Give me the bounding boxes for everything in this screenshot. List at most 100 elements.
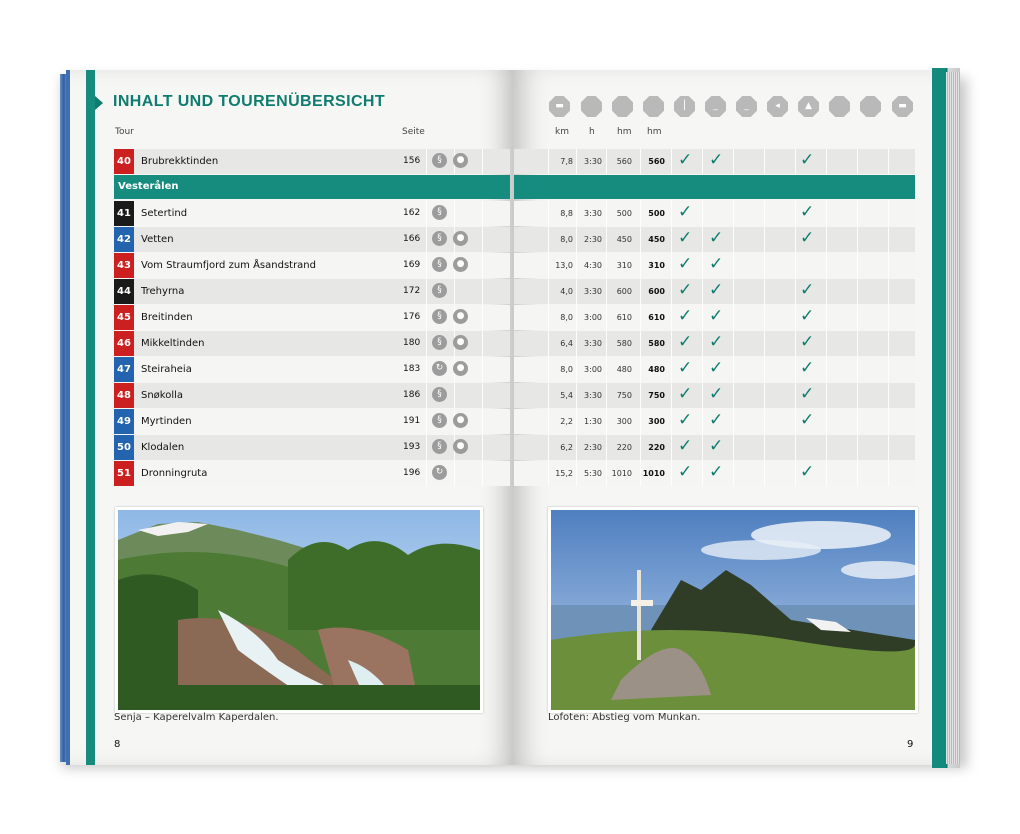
column-divider: [640, 201, 641, 226]
column-divider: [857, 279, 858, 304]
table-row: 50 Klodalen 193 § ●: [114, 435, 510, 460]
section-header: Vesterålen: [114, 175, 510, 199]
bear-icon: ●: [453, 309, 468, 324]
check-icon: ✓: [800, 150, 815, 170]
column-divider: [795, 357, 796, 382]
column-divider: [671, 279, 672, 304]
bear-icon: ●: [453, 335, 468, 350]
exposed-icon: ◂: [767, 96, 788, 117]
descent-value: 610: [648, 313, 665, 322]
column-divider: [671, 357, 672, 382]
bear-icon: ●: [453, 153, 468, 168]
descent-value: 500: [648, 209, 665, 218]
column-divider: [482, 279, 483, 304]
check-icon: ✓: [678, 280, 693, 300]
column-divider: [795, 201, 796, 226]
column-divider: [888, 305, 889, 330]
column-divider: [576, 461, 577, 486]
column-divider: [671, 435, 672, 460]
column-divider: [795, 331, 796, 356]
column-divider: [764, 253, 765, 278]
column-divider: [795, 409, 796, 434]
column-divider: [640, 409, 641, 434]
column-divider: [482, 253, 483, 278]
column-divider: [764, 331, 765, 356]
tour-number: 47: [114, 357, 134, 382]
column-divider: [548, 201, 549, 226]
column-divider: [733, 331, 734, 356]
column-divider: [826, 279, 827, 304]
col-header-tour: Tour: [115, 127, 134, 137]
column-divider: [702, 435, 703, 460]
column-divider: [826, 253, 827, 278]
column-divider: [426, 383, 427, 408]
table-row-right: 8,0 3:00 610 610 ✓ ✓ ✓: [514, 305, 915, 330]
check-icon: ✓: [709, 254, 724, 274]
ascent-icon: [612, 96, 633, 117]
column-divider: [640, 435, 641, 460]
column-divider: [606, 409, 607, 434]
column-divider: [733, 461, 734, 486]
table-row: 41 Setertind 162 §: [114, 201, 510, 226]
parking-icon: ▬: [892, 96, 913, 117]
descent-value: 1010: [642, 469, 665, 478]
column-divider: [606, 305, 607, 330]
column-divider: [702, 383, 703, 408]
column-divider: [764, 383, 765, 408]
column-divider: [606, 331, 607, 356]
table-row-right: 8,8 3:30 500 500 ✓ ✓: [514, 201, 915, 226]
column-divider: [888, 149, 889, 174]
tour-name: Klodalen: [141, 442, 185, 453]
book-edge-right: [932, 68, 960, 768]
tour-page: 183: [403, 364, 421, 374]
column-divider: [426, 305, 427, 330]
column-divider: [576, 383, 577, 408]
column-divider: [857, 435, 858, 460]
column-divider: [606, 201, 607, 226]
page-title: INHALT UND TOURENÜBERSICHT: [113, 93, 386, 110]
table-row: 46 Mikkeltinden 180 § ●: [114, 331, 510, 356]
column-divider: [548, 357, 549, 382]
check-icon: ✓: [678, 462, 693, 482]
title-arrow-icon: [95, 96, 103, 110]
photo-senja: [115, 507, 483, 713]
wave-icon: §: [432, 257, 447, 272]
column-divider: [671, 331, 672, 356]
table-row: 40 Brubrekktinden 156 § ●: [114, 149, 510, 174]
bus-icon: [860, 96, 881, 117]
column-divider: [702, 305, 703, 330]
check-icon: ✓: [678, 332, 693, 352]
caption-left: Senja – Kaperelvalm Kaperdalen.: [114, 712, 279, 723]
loop-icon: ↻: [432, 361, 447, 376]
column-divider: [640, 461, 641, 486]
column-divider: [888, 253, 889, 278]
tour-number: 40: [114, 149, 134, 174]
column-divider: [548, 227, 549, 252]
table-row: 48 Snøkolla 186 §: [114, 383, 510, 408]
column-divider: [857, 331, 858, 356]
col-header-km: km: [555, 127, 569, 137]
table-row-right: 5,4 3:30 750 750 ✓ ✓ ✓: [514, 383, 915, 408]
section-header-right: [514, 175, 915, 199]
duration-icon: [581, 96, 602, 117]
check-icon: ✓: [800, 332, 815, 352]
tour-number: 43: [114, 253, 134, 278]
trail-icon: _: [736, 96, 757, 117]
column-divider: [671, 149, 672, 174]
column-divider: [671, 305, 672, 330]
column-divider: [702, 201, 703, 226]
column-divider: [454, 461, 455, 486]
column-divider: [764, 201, 765, 226]
column-divider: [764, 357, 765, 382]
column-divider: [888, 227, 889, 252]
column-divider: [548, 461, 549, 486]
check-icon: ✓: [709, 410, 724, 430]
column-divider: [888, 461, 889, 486]
table-row: 44 Trehyrna 172 §: [114, 279, 510, 304]
table-row: 45 Breitinden 176 § ●: [114, 305, 510, 330]
check-icon: ✓: [709, 228, 724, 248]
path-icon: _: [705, 96, 726, 117]
table-row-right: 4,0 3:30 600 600 ✓ ✓ ✓: [514, 279, 915, 304]
column-divider: [764, 435, 765, 460]
column-divider: [888, 279, 889, 304]
